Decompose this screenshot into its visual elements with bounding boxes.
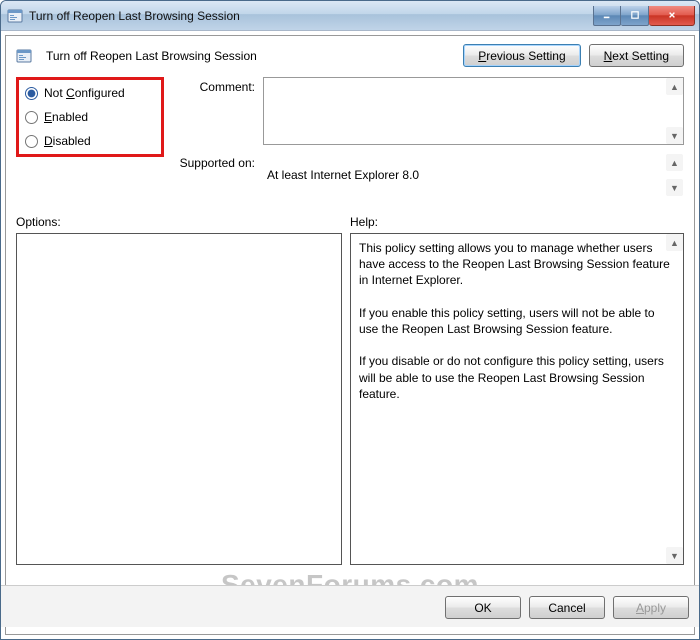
policy-icon	[7, 8, 23, 24]
next-setting-button[interactable]: Next Setting	[589, 44, 684, 67]
help-text: This policy setting allows you to manage…	[359, 240, 675, 402]
comment-scrollbar[interactable]: ▲ ▼	[666, 78, 683, 144]
close-button[interactable]	[649, 6, 695, 26]
supported-label: Supported on:	[166, 153, 261, 170]
policy-title-text: Turn off Reopen Last Browsing Session	[46, 49, 257, 63]
supported-on-field	[263, 153, 684, 197]
radio-disabled-input[interactable]	[25, 135, 38, 148]
scroll-up-icon[interactable]: ▲	[666, 234, 683, 251]
apply-button[interactable]: Apply	[613, 596, 689, 619]
comment-label: Comment:	[166, 77, 261, 94]
policy-icon	[16, 48, 32, 64]
options-label: Options:	[16, 215, 350, 229]
scroll-up-icon[interactable]: ▲	[666, 78, 683, 95]
help-pane[interactable]: This policy setting allows you to manage…	[350, 233, 684, 565]
help-label: Help:	[350, 215, 378, 229]
radio-not-configured-input[interactable]	[25, 87, 38, 100]
dialog-body: Turn off Reopen Last Browsing Session Pr…	[5, 35, 695, 635]
help-scrollbar[interactable]: ▲ ▼	[666, 234, 683, 564]
footer-buttons: OK Cancel Apply	[1, 585, 699, 627]
radio-disabled[interactable]: Disabled	[25, 134, 153, 148]
scroll-up-icon[interactable]: ▲	[666, 154, 683, 171]
ok-button[interactable]: OK	[445, 596, 521, 619]
cancel-button[interactable]: Cancel	[529, 596, 605, 619]
radio-enabled[interactable]: Enabled	[25, 110, 153, 124]
scroll-down-icon[interactable]: ▼	[666, 127, 683, 144]
window-control-buttons	[593, 6, 695, 26]
window-title: Turn off Reopen Last Browsing Session	[29, 9, 593, 23]
radio-enabled-input[interactable]	[25, 111, 38, 124]
previous-setting-button[interactable]: Previous Setting	[463, 44, 580, 67]
scroll-down-icon[interactable]: ▼	[666, 179, 683, 196]
maximize-button[interactable]	[621, 6, 649, 26]
state-radio-group: Not Configured Enabled Disabled	[16, 77, 164, 157]
scroll-down-icon[interactable]: ▼	[666, 547, 683, 564]
minimize-button[interactable]	[593, 6, 621, 26]
policy-heading: Turn off Reopen Last Browsing Session	[16, 48, 463, 64]
radio-not-configured[interactable]: Not Configured	[25, 86, 153, 100]
options-pane[interactable]	[16, 233, 342, 565]
supported-scrollbar[interactable]: ▲ ▼	[666, 154, 683, 196]
comment-textarea[interactable]	[263, 77, 684, 145]
titlebar[interactable]: Turn off Reopen Last Browsing Session	[1, 1, 699, 31]
dialog-window: Turn off Reopen Last Browsing Session Tu…	[0, 0, 700, 640]
